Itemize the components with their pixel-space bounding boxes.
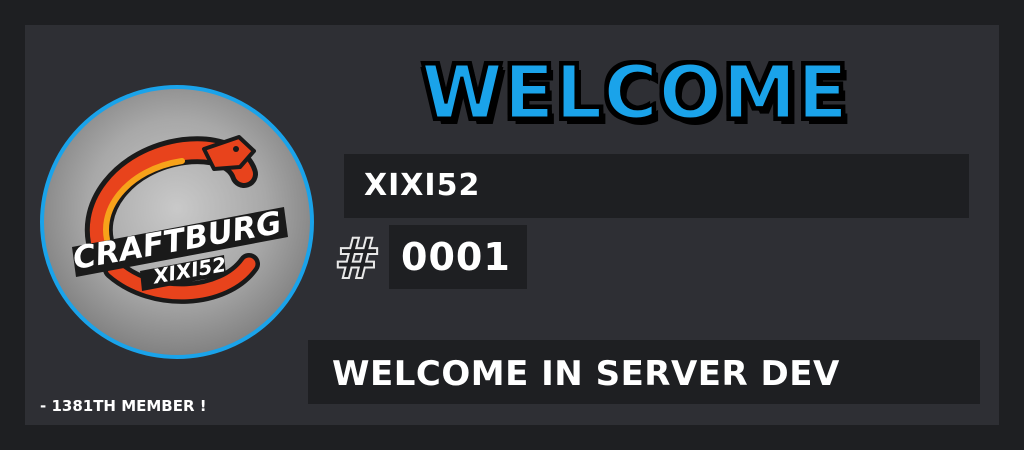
welcome-title: WELCOME (420, 49, 850, 138)
username-field: XIXI52 (344, 154, 969, 218)
avatar: CRAFTBURG XIXI52 (40, 85, 314, 359)
username: XIXI52 (364, 168, 481, 203)
welcome-card: WELCOME CRAFTBURG XIXI52 XIXI52 # 0001 W… (25, 25, 999, 425)
discriminator: 0001 (401, 235, 511, 279)
welcome-message-field: WELCOME IN SERVER DEV (308, 340, 980, 404)
welcome-message: WELCOME IN SERVER DEV (332, 354, 840, 394)
member-count: - 1381TH MEMBER ! (40, 397, 207, 415)
discriminator-field: 0001 (389, 225, 527, 289)
craftburg-logo-icon: CRAFTBURG XIXI52 (70, 135, 288, 304)
hash-icon: # (333, 227, 382, 292)
